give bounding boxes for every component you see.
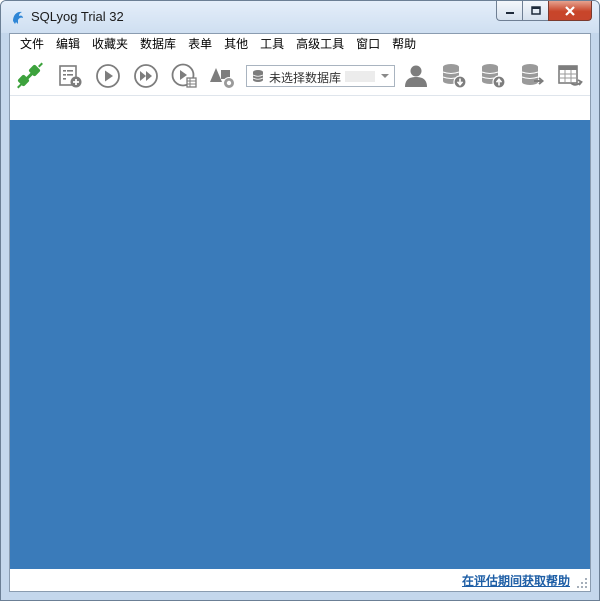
window-title: SQLyog Trial 32 (31, 9, 124, 24)
toolbar: 未选择数据库 (10, 54, 590, 96)
connect-icon[interactable] (16, 62, 44, 90)
schema-designer-icon[interactable] (208, 62, 236, 90)
menu-bar: 文件 编辑 收藏夹 数据库 表单 其他 工具 高级工具 窗口 帮助 (10, 34, 590, 54)
restore-db-icon[interactable] (479, 62, 507, 90)
export-db-icon[interactable] (518, 62, 546, 90)
execute-all-icon[interactable] (132, 62, 160, 90)
evaluation-help-link[interactable]: 在评估期间获取帮助 (462, 572, 570, 589)
status-bar: 在评估期间获取帮助 (10, 569, 590, 591)
menu-database[interactable]: 数据库 (134, 34, 182, 54)
menu-table[interactable]: 表单 (182, 34, 218, 54)
database-selector[interactable]: 未选择数据库 (246, 65, 395, 87)
database-selector-value: 未选择数据库 (269, 71, 342, 85)
selector-highlight (345, 71, 375, 82)
execute-icon[interactable] (94, 62, 122, 90)
new-query-icon[interactable] (56, 62, 84, 90)
close-button[interactable] (548, 1, 592, 21)
execute-edit-icon[interactable] (170, 62, 198, 90)
menu-tools[interactable]: 工具 (254, 34, 290, 54)
user-manager-icon[interactable] (402, 62, 430, 90)
menu-edit[interactable]: 编辑 (50, 34, 86, 54)
chevron-down-icon[interactable] (380, 72, 390, 80)
maximize-button[interactable] (522, 1, 548, 21)
minimize-icon (505, 11, 514, 14)
maximize-icon (530, 6, 541, 15)
app-window: SQLyog Trial 32 文件 编辑 收藏夹 数据库 表单 其他 工具 高… (0, 0, 600, 601)
table-data-icon[interactable] (556, 62, 584, 90)
menu-advanced-tools[interactable]: 高级工具 (290, 34, 350, 54)
resize-grip-icon[interactable] (576, 577, 588, 589)
minimize-button[interactable] (496, 1, 522, 21)
menu-favorites[interactable]: 收藏夹 (86, 34, 134, 54)
backup-db-icon[interactable] (440, 62, 468, 90)
workspace-area (10, 120, 590, 569)
menu-help[interactable]: 帮助 (386, 34, 422, 54)
window-controls (496, 1, 592, 21)
dolphin-app-icon (13, 11, 23, 24)
database-icon (252, 70, 264, 82)
close-icon (565, 5, 575, 16)
client-area: 文件 编辑 收藏夹 数据库 表单 其他 工具 高级工具 窗口 帮助 未选择数据库… (9, 33, 591, 592)
menu-window[interactable]: 窗口 (350, 34, 386, 54)
menu-file[interactable]: 文件 (14, 34, 50, 54)
menu-others[interactable]: 其他 (218, 34, 254, 54)
title-bar[interactable]: SQLyog Trial 32 (1, 1, 599, 33)
